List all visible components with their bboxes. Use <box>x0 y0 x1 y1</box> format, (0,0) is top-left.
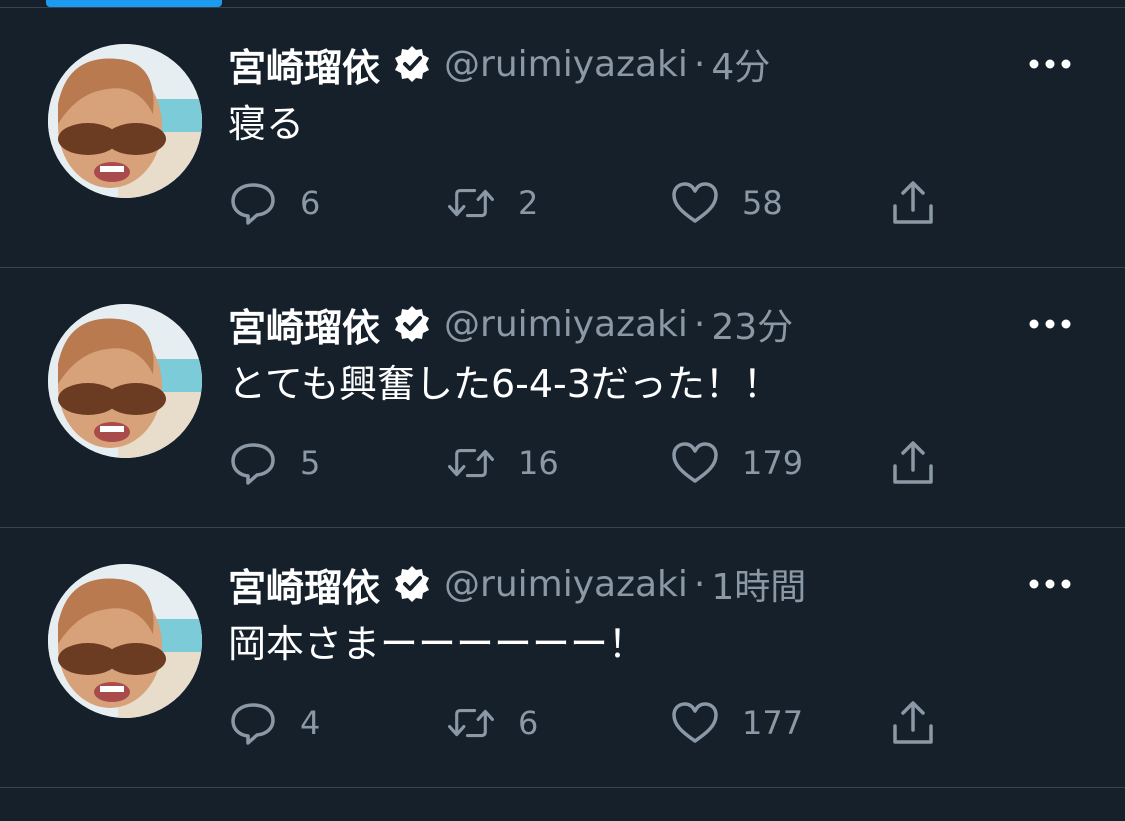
reply-count: 6 <box>300 184 321 222</box>
retweet-count: 2 <box>518 184 539 222</box>
share-button[interactable] <box>888 698 938 748</box>
avatar-image <box>48 564 202 718</box>
verified-badge-icon <box>392 44 432 84</box>
tweet-actions: 6 2 58 <box>228 178 988 228</box>
reply-button[interactable]: 6 <box>228 178 320 228</box>
tweet-text: 寝る <box>228 102 305 146</box>
like-button[interactable]: 177 <box>670 698 803 748</box>
share-icon <box>888 438 938 488</box>
more-icon[interactable] <box>1026 48 1074 80</box>
tweet-actions: 5 16 179 <box>228 438 988 488</box>
separator-dot: · <box>693 43 706 85</box>
timeline-page: 宮崎瑠依 @ruimiyazaki · 4分 寝る 6 2 58 宮崎瑠依 @r… <box>0 0 1125 821</box>
timestamp[interactable]: 1時間 <box>711 558 806 610</box>
heart-icon <box>670 438 720 488</box>
timestamp[interactable]: 4分 <box>711 38 770 90</box>
reply-count: 4 <box>300 704 321 742</box>
tweet-actions: 4 6 177 <box>228 698 988 748</box>
more-icon[interactable] <box>1026 568 1074 600</box>
user-handle[interactable]: @ruimiyazaki <box>444 304 688 345</box>
tweet-header: 宮崎瑠依 @ruimiyazaki · 4分 <box>228 38 770 90</box>
reply-icon <box>228 178 278 228</box>
like-count: 179 <box>742 444 804 482</box>
reply-icon <box>228 438 278 488</box>
verified-badge-icon <box>392 564 432 604</box>
user-handle[interactable]: @ruimiyazaki <box>444 564 688 605</box>
retweet-icon <box>446 438 496 488</box>
retweet-icon <box>446 178 496 228</box>
avatar-image <box>48 44 202 198</box>
retweet-button[interactable]: 16 <box>446 438 559 488</box>
share-button[interactable] <box>888 438 938 488</box>
tweet-text: とても興奮した6-4-3だった！！ <box>228 362 781 406</box>
reply-count: 5 <box>300 444 321 482</box>
retweet-icon <box>446 698 496 748</box>
retweet-button[interactable]: 6 <box>446 698 538 748</box>
tweet[interactable]: 宮崎瑠依 @ruimiyazaki · 4分 寝る 6 2 58 <box>0 8 1125 268</box>
reply-button[interactable]: 5 <box>228 438 320 488</box>
user-handle[interactable]: @ruimiyazaki <box>444 44 688 85</box>
active-tab-indicator <box>46 0 222 7</box>
separator-dot: · <box>693 303 706 345</box>
verified-badge-icon <box>392 304 432 344</box>
tweet-feed: 宮崎瑠依 @ruimiyazaki · 4分 寝る 6 2 58 宮崎瑠依 @r… <box>0 8 1125 788</box>
avatar-image <box>48 304 202 458</box>
avatar[interactable] <box>48 44 202 198</box>
more-icon[interactable] <box>1026 308 1074 340</box>
display-name[interactable]: 宮崎瑠依 <box>228 297 380 352</box>
retweet-count: 16 <box>518 444 559 482</box>
heart-icon <box>670 698 720 748</box>
reply-icon <box>228 698 278 748</box>
timestamp[interactable]: 23分 <box>711 298 793 350</box>
share-icon <box>888 698 938 748</box>
display-name[interactable]: 宮崎瑠依 <box>228 557 380 612</box>
tweet-text: 岡本さまーーーーーー！ <box>228 622 647 666</box>
retweet-button[interactable]: 2 <box>446 178 538 228</box>
tweet-header: 宮崎瑠依 @ruimiyazaki · 23分 <box>228 298 793 350</box>
like-button[interactable]: 58 <box>670 178 783 228</box>
reply-button[interactable]: 4 <box>228 698 320 748</box>
avatar[interactable] <box>48 564 202 718</box>
avatar[interactable] <box>48 304 202 458</box>
retweet-count: 6 <box>518 704 539 742</box>
heart-icon <box>670 178 720 228</box>
like-count: 177 <box>742 704 804 742</box>
like-button[interactable]: 179 <box>670 438 803 488</box>
tweet-header: 宮崎瑠依 @ruimiyazaki · 1時間 <box>228 558 806 610</box>
display-name[interactable]: 宮崎瑠依 <box>228 37 380 92</box>
tweet[interactable]: 宮崎瑠依 @ruimiyazaki · 1時間 岡本さまーーーーーー！ 4 6 … <box>0 528 1125 788</box>
separator-dot: · <box>693 563 706 605</box>
tweet[interactable]: 宮崎瑠依 @ruimiyazaki · 23分 とても興奮した6-4-3だった！… <box>0 268 1125 528</box>
share-icon <box>888 178 938 228</box>
like-count: 58 <box>742 184 783 222</box>
share-button[interactable] <box>888 178 938 228</box>
